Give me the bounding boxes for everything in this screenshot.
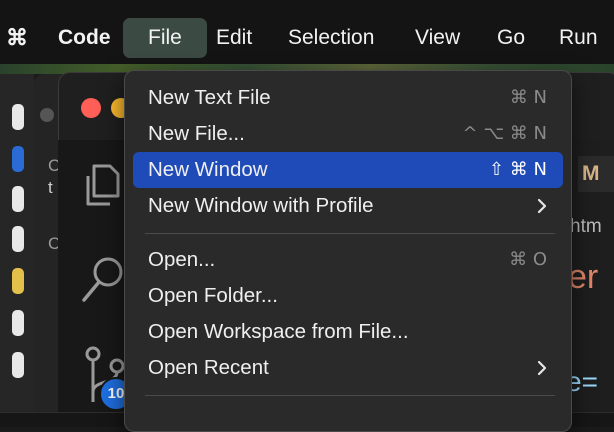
background-text: t xyxy=(48,178,53,197)
menu-item-new-file[interactable]: New File... ^ ⌥ ⌘ N xyxy=(133,116,563,152)
menu-item-shortcut: ⇧ ⌘ N xyxy=(489,159,547,180)
menu-view[interactable]: View xyxy=(415,18,460,58)
menu-item-shortcut: ^ ⌥ ⌘ N xyxy=(462,123,547,144)
background-window-edge xyxy=(0,74,34,426)
menu-separator xyxy=(145,395,555,396)
menu-item-open-recent[interactable]: Open Recent xyxy=(133,350,563,386)
menu-item-open[interactable]: Open... ⌘ O xyxy=(133,242,563,278)
menu-item-label: New Window xyxy=(148,158,268,181)
editor-tab-letter[interactable]: M xyxy=(578,156,614,192)
apple-menu-icon[interactable]: ⌘ xyxy=(6,18,28,58)
menu-item-label: Open Recent xyxy=(148,356,269,379)
chevron-right-icon xyxy=(537,360,547,376)
window-tab xyxy=(12,226,24,252)
menu-item-new-window-with-profile[interactable]: New Window with Profile xyxy=(133,188,563,224)
menu-item-label: New File... xyxy=(148,122,245,145)
menu-item-new-window[interactable]: New Window ⇧ ⌘ N xyxy=(133,152,563,188)
menu-selection[interactable]: Selection xyxy=(288,18,374,58)
window-tab xyxy=(12,310,24,336)
menu-separator xyxy=(145,233,555,234)
menu-item-shortcut: ⌘ N xyxy=(509,87,547,108)
close-window-button[interactable] xyxy=(81,98,101,118)
menu-bar: ⌘ Code File Edit Selection View Go Run xyxy=(0,0,614,74)
activity-bar xyxy=(58,140,126,417)
menu-item-open-folder[interactable]: Open Folder... xyxy=(133,278,563,314)
menu-item-label: New Text File xyxy=(148,86,271,109)
window-tab xyxy=(12,352,24,378)
menu-item-open-workspace-from-file[interactable]: Open Workspace from File... xyxy=(133,314,563,350)
code-text: er xyxy=(568,258,599,296)
window-tab xyxy=(12,104,24,130)
menu-app-code[interactable]: Code xyxy=(58,18,111,58)
chevron-right-icon xyxy=(537,198,547,214)
window-tab xyxy=(12,146,24,172)
window-tab xyxy=(12,268,24,294)
window-control xyxy=(40,108,54,122)
menu-file[interactable]: File xyxy=(123,18,207,58)
menu-item-label: Open... xyxy=(148,248,216,271)
menu-item-label: Open Workspace from File... xyxy=(148,320,409,343)
menu-item-label: Open Folder... xyxy=(148,284,278,307)
code-text: htm xyxy=(570,216,602,237)
search-icon[interactable] xyxy=(80,254,126,304)
menu-item-label: New Window with Profile xyxy=(148,194,374,217)
file-menu-dropdown: New Text File ⌘ N New File... ^ ⌥ ⌘ N Ne… xyxy=(124,70,572,432)
menu-edit[interactable]: Edit xyxy=(216,18,252,58)
menu-item-shortcut: ⌘ O xyxy=(509,249,547,270)
explorer-files-icon[interactable] xyxy=(80,162,122,208)
menu-go[interactable]: Go xyxy=(497,18,525,58)
menu-item-new-text-file[interactable]: New Text File ⌘ N xyxy=(133,80,563,116)
menu-run[interactable]: Run xyxy=(559,18,598,58)
window-tab xyxy=(12,186,24,212)
